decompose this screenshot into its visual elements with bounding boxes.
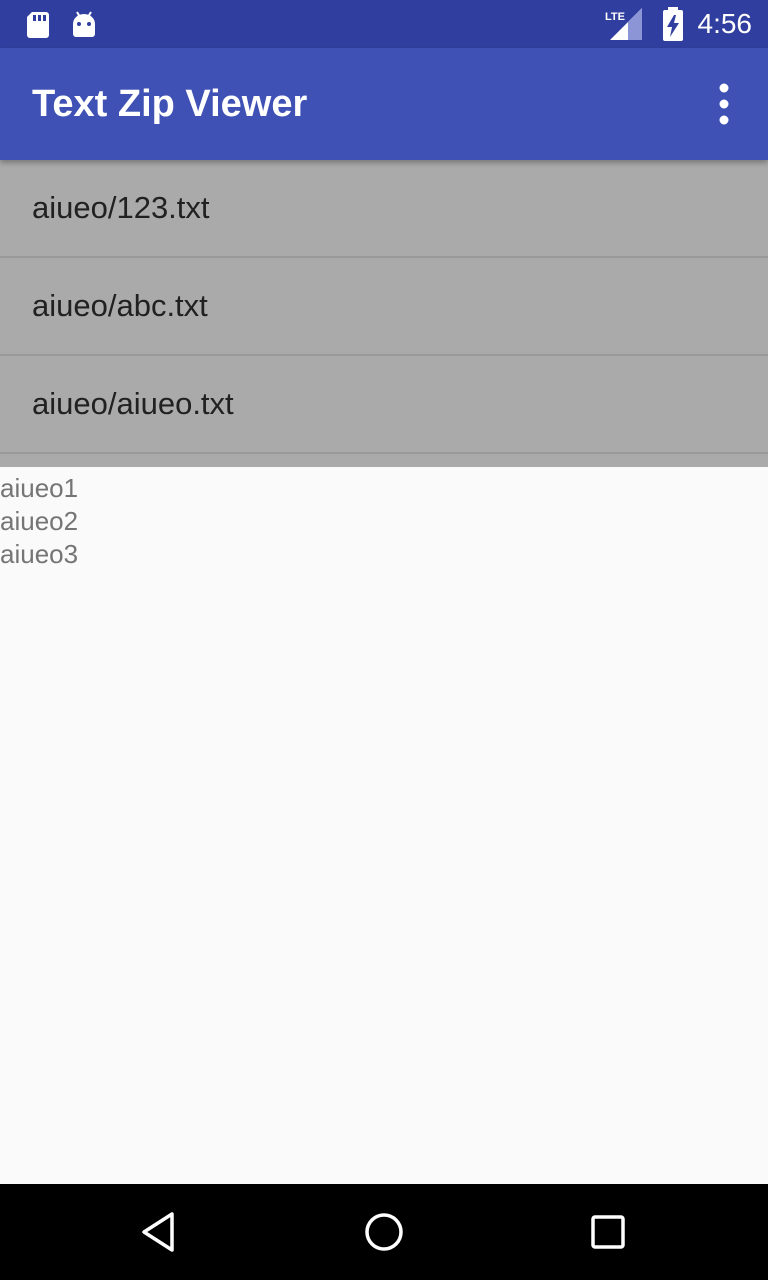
file-list-item[interactable]: aiueo/aiueo.txt	[0, 356, 768, 454]
back-icon[interactable]	[136, 1208, 184, 1256]
content-line: aiueo3	[0, 539, 79, 569]
android-icon	[73, 11, 95, 37]
navigation-bar	[0, 1184, 768, 1280]
overflow-menu-icon[interactable]	[700, 76, 748, 132]
sd-card-icon	[27, 12, 49, 38]
status-bar: LTE 4:56	[0, 0, 768, 48]
content-line: aiueo2	[0, 506, 79, 536]
file-list-item[interactable]: aiueo/abc.txt	[0, 258, 768, 356]
network-label: LTE	[605, 11, 625, 23]
status-time: 4:56	[697, 8, 753, 39]
content-line: aiueo1	[0, 473, 79, 503]
battery-charging-icon	[662, 7, 683, 41]
app-title: Text Zip Viewer	[32, 83, 308, 125]
status-right-group: LTE 4:56	[604, 0, 753, 48]
app-bar: Text Zip Viewer	[0, 48, 768, 160]
file-content-area[interactable]: aiueo1 aiueo2 aiueo3	[0, 467, 768, 1184]
file-list: aiueo/123.txt aiueo/abc.txt aiueo/aiueo.…	[0, 160, 768, 467]
home-icon[interactable]	[360, 1208, 408, 1256]
file-list-item[interactable]: aiueo/123.txt	[0, 160, 768, 258]
recents-icon[interactable]	[584, 1208, 632, 1256]
lte-signal-icon: LTE	[605, 8, 642, 40]
file-list-item-label: aiueo/aiueo.txt	[32, 386, 234, 421]
file-list-item-label: aiueo/123.txt	[32, 190, 210, 225]
file-list-item-label: aiueo/abc.txt	[32, 288, 208, 323]
